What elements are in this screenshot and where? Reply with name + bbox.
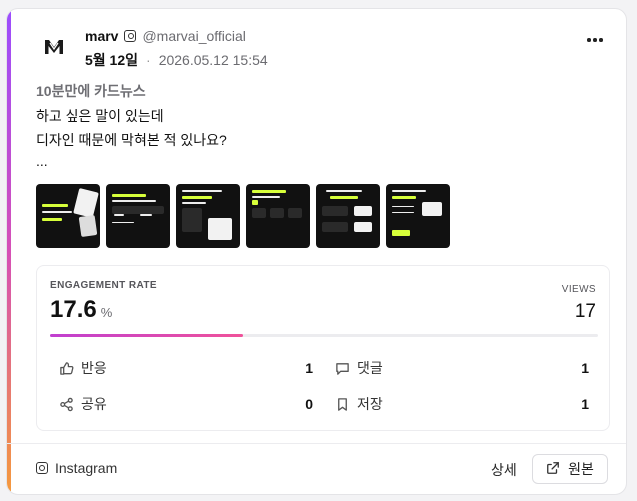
account-row: marv @marvai_official — [85, 28, 246, 44]
platform-name: Instagram — [55, 460, 118, 476]
engagement-unit: % — [100, 305, 113, 320]
metric-reactions: 반응 1 — [57, 358, 313, 378]
account-name[interactable]: marv — [85, 28, 118, 44]
thumbnail[interactable] — [106, 184, 170, 248]
engagement-label: ENGAGEMENT RATE — [50, 280, 157, 291]
open-original-label: 원본 — [568, 461, 594, 477]
date-row: 5월 12일 · 2026.05.12 15:54 — [85, 50, 268, 70]
share-icon — [57, 395, 75, 413]
metric-value: 1 — [581, 396, 589, 412]
external-link-icon — [546, 461, 560, 478]
thumbnail[interactable] — [386, 184, 450, 248]
accent-bar — [7, 9, 11, 494]
bookmark-icon — [333, 395, 351, 413]
more-options-icon[interactable] — [584, 31, 606, 49]
open-original-button[interactable]: 원본 — [532, 454, 608, 484]
post-card: marv @marvai_official 5월 12일 · 2026.05.1… — [6, 8, 627, 495]
platform-label: Instagram — [36, 460, 117, 476]
post-title: 10분만에 카드뉴스 — [36, 83, 146, 99]
footer-divider — [7, 443, 626, 444]
metric-saves: 저장 1 — [333, 394, 589, 414]
engagement-progress-fill — [50, 334, 244, 337]
instagram-icon — [124, 30, 137, 42]
post-line: ... — [36, 153, 48, 169]
engagement-value: 17.6% — [50, 296, 113, 323]
metric-value: 0 — [305, 396, 313, 412]
metric-label: 공유 — [81, 396, 107, 412]
thumbnail[interactable] — [176, 184, 240, 248]
instagram-icon — [36, 462, 48, 474]
thumbnail[interactable] — [316, 184, 380, 248]
detail-button[interactable]: 상세 — [491, 460, 517, 480]
thumbnail-strip — [36, 184, 450, 248]
comment-icon — [333, 359, 351, 377]
post-date: 5월 12일 — [85, 52, 139, 68]
engagement-progress-bar — [50, 334, 598, 337]
metric-value: 1 — [581, 360, 589, 376]
marv-logo-icon — [41, 34, 67, 60]
metric-shares: 공유 0 — [57, 394, 313, 414]
account-handle[interactable]: @marvai_official — [142, 28, 245, 44]
thumbnail[interactable] — [36, 184, 100, 248]
metric-label: 반응 — [81, 360, 107, 376]
thumbnail[interactable] — [246, 184, 310, 248]
post-datetime: 2026.05.12 15:54 — [158, 52, 268, 68]
date-separator: · — [146, 52, 151, 68]
metric-value: 1 — [305, 360, 313, 376]
metric-label: 댓글 — [357, 360, 383, 376]
thumbs-up-icon — [57, 359, 75, 377]
stats-panel: ENGAGEMENT RATE 17.6% VIEWS 17 반응 1 댓글 1… — [36, 265, 610, 431]
metric-label: 저장 — [357, 396, 383, 412]
views-value: 17 — [574, 301, 596, 322]
post-line: 디자인 때문에 막혀본 적 있나요? — [36, 132, 227, 148]
post-line: 하고 싶은 말이 있는데 — [36, 108, 164, 124]
metric-comments: 댓글 1 — [333, 358, 589, 378]
views-label: VIEWS — [561, 284, 596, 295]
